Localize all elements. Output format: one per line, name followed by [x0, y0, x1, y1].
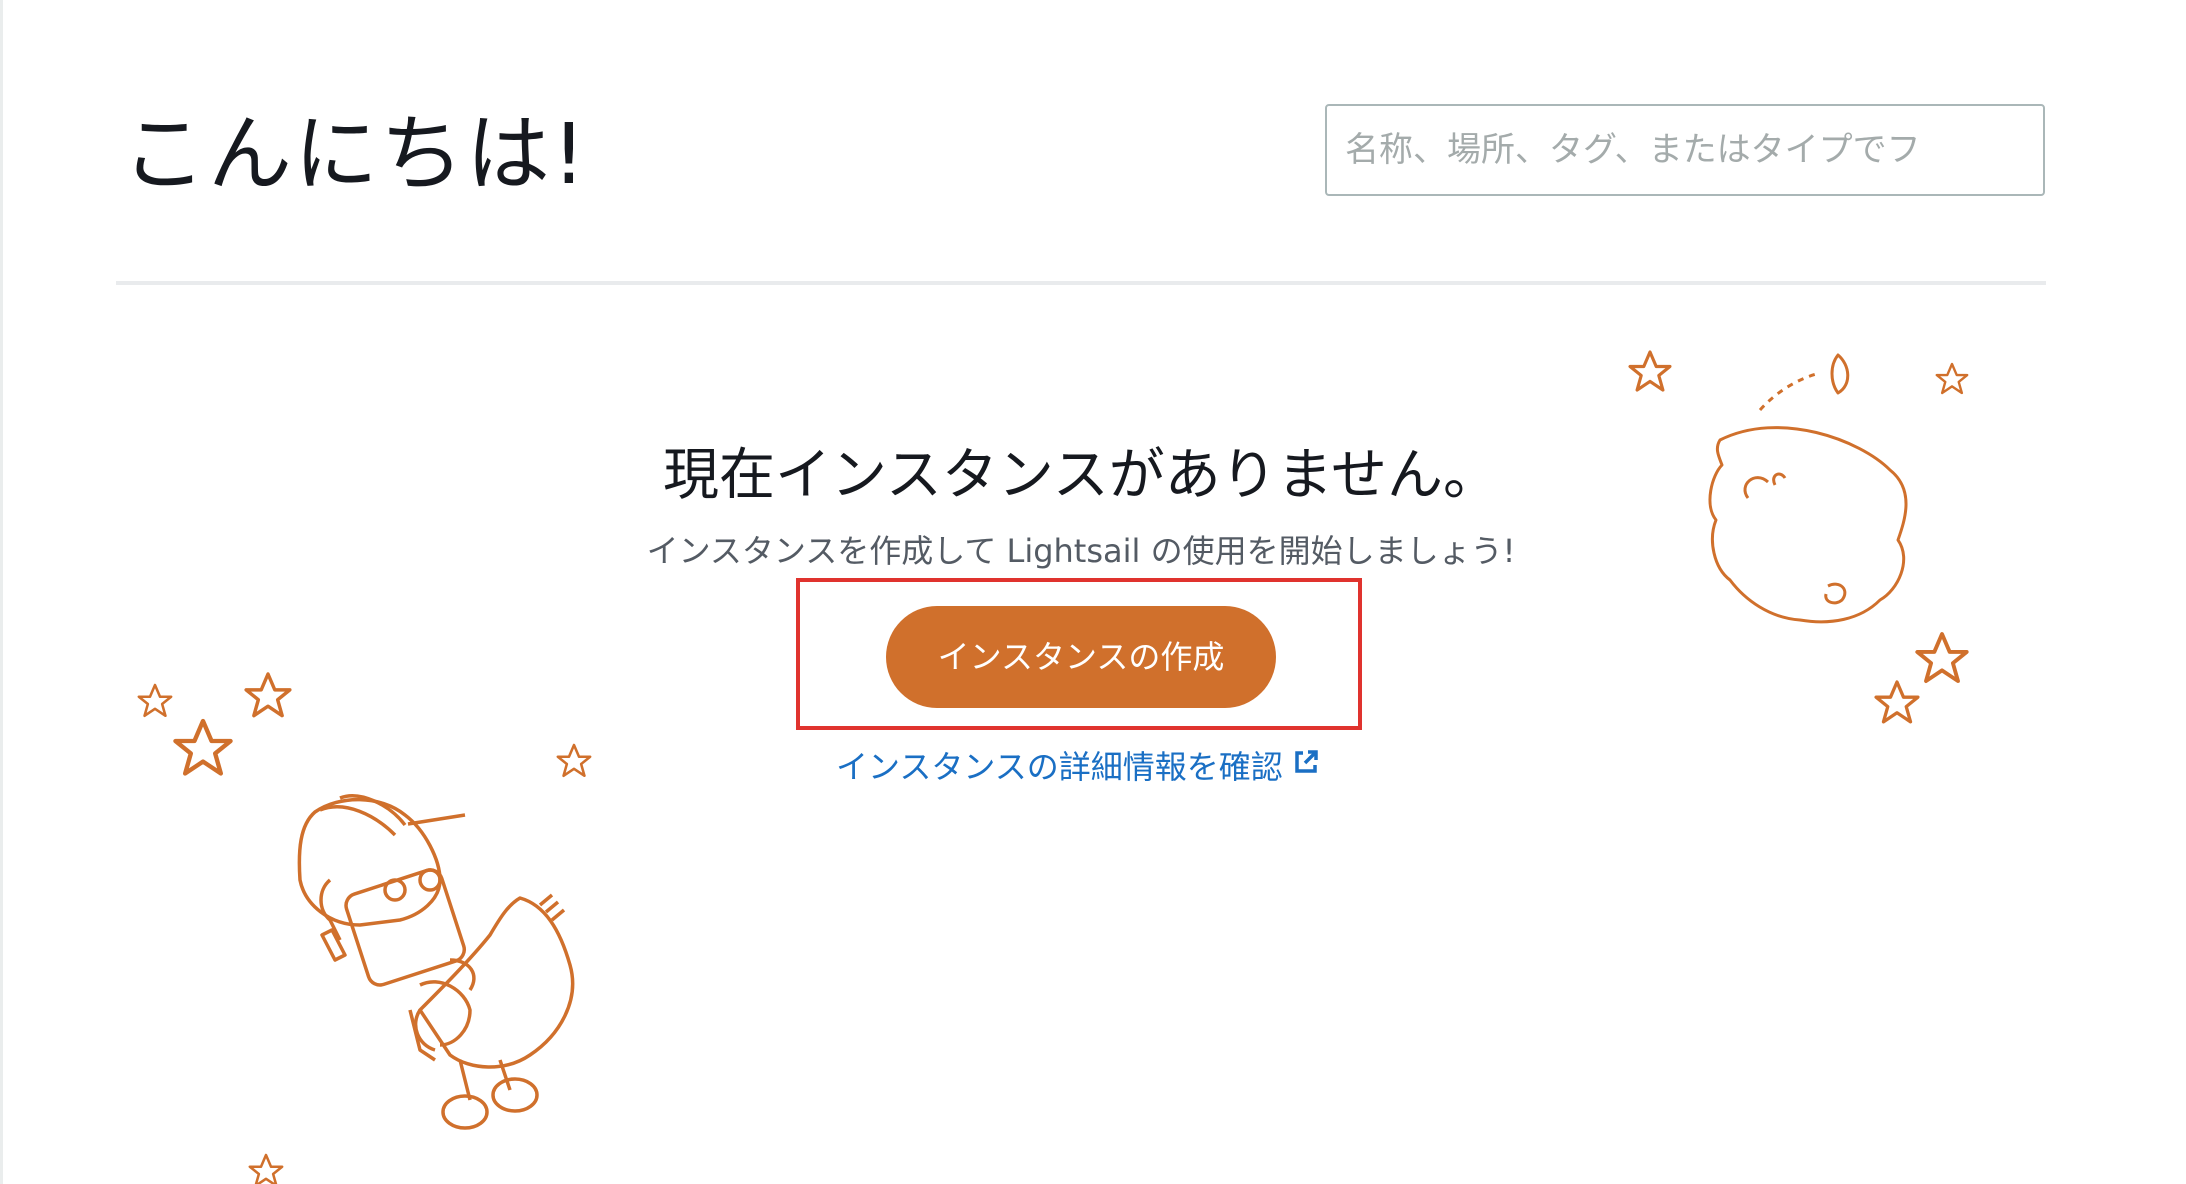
learn-more-link[interactable]: インスタンスの詳細情報を確認 — [836, 742, 1321, 792]
star-icon — [1874, 680, 1920, 724]
create-instance-button[interactable]: インスタンスの作成 — [886, 606, 1276, 708]
star-icon — [175, 721, 230, 773]
header-divider — [116, 281, 2046, 285]
empty-state-title-text: 現在インスタンスがありません。 — [662, 443, 1500, 508]
star-icon — [1915, 632, 1969, 684]
star-icon — [1935, 362, 1969, 395]
empty-state-title: 現在インスタンスがありません。 — [0, 436, 2186, 516]
left-edge-border — [0, 0, 3, 1184]
learn-more-link-text[interactable]: インスタンスの詳細情報を確認 — [836, 748, 1283, 786]
star-icon — [248, 1153, 284, 1184]
star-icon — [556, 743, 592, 778]
external-link-icon — [1291, 741, 1321, 791]
star-icon — [244, 672, 292, 718]
empty-state-subtitle: インスタンスを作成して Lightsail の使用を開始しましょう! — [0, 526, 2186, 576]
lightsail-home-page: こんにちは! 現在インスタンスがありません。 インスタンスを作成して Light… — [0, 0, 2186, 1184]
empty-state-subtitle-text: インスタンスを作成して Lightsail の使用を開始しましょう! — [646, 532, 1516, 570]
star-icon — [1628, 350, 1672, 392]
search-box[interactable] — [1325, 104, 2045, 196]
page-greeting: こんにちは! — [122, 105, 588, 203]
star-icon — [137, 683, 173, 718]
robot-illustration — [297, 794, 575, 1130]
search-input[interactable] — [1327, 106, 2043, 194]
